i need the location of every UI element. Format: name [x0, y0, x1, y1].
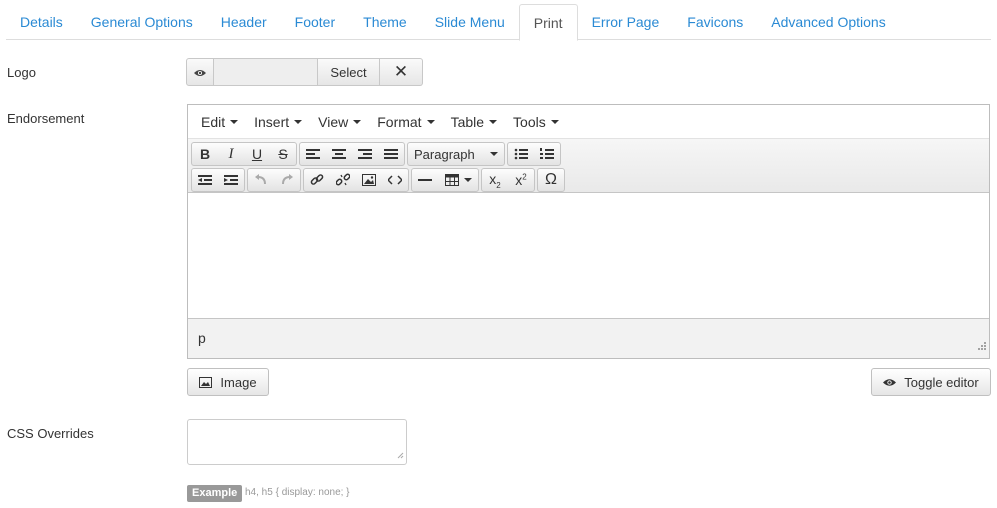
subscript-button[interactable]: x2 [482, 169, 508, 191]
undo-button[interactable] [248, 169, 274, 191]
resize-handle-icon[interactable] [397, 447, 404, 462]
eye-icon [883, 378, 897, 387]
select-button[interactable]: Select [318, 58, 380, 86]
underline-icon: U [251, 146, 263, 162]
caret-down-icon [294, 119, 303, 124]
superscript-icon: x2 [515, 172, 527, 188]
menu-format[interactable]: Format [369, 114, 442, 130]
menu-insert[interactable]: Insert [246, 114, 310, 130]
logo-label: Logo [7, 65, 36, 80]
bold-icon: B [199, 146, 211, 162]
bullet-list-button[interactable] [508, 143, 534, 165]
align-justify-button[interactable] [378, 143, 404, 165]
preview-button[interactable] [186, 58, 214, 86]
image-button-label: Image [220, 374, 257, 390]
editor-toolbar: B I U S Paragraph x2 x2 Ω [188, 139, 989, 193]
indent-icon [224, 175, 238, 185]
insert-link-button[interactable] [304, 169, 330, 191]
css-overrides-label: CSS Overrides [7, 426, 94, 441]
toggle-editor-button[interactable]: Toggle editor [871, 368, 991, 396]
bold-button[interactable]: B [192, 143, 218, 165]
source-code-button[interactable] [382, 169, 408, 191]
table-button[interactable] [438, 169, 478, 191]
tab-details[interactable]: Details [6, 4, 77, 40]
close-icon: ✕ [393, 62, 409, 81]
subscript-icon: x2 [489, 170, 501, 190]
undo-icon [255, 174, 266, 185]
tab-theme[interactable]: Theme [349, 4, 421, 40]
omega-icon: Ω [545, 171, 557, 188]
editor-content-area[interactable] [188, 193, 989, 319]
tab-general-options[interactable]: General Options [77, 4, 207, 40]
superscript-button[interactable]: x2 [508, 169, 534, 191]
bullet-list-icon [514, 148, 528, 160]
remove-link-button[interactable] [330, 169, 356, 191]
tab-advanced-options[interactable]: Advanced Options [757, 4, 899, 40]
example-badge: Example [187, 485, 243, 502]
align-justify-icon [384, 149, 398, 159]
strikethrough-icon: S [278, 146, 288, 162]
horizontal-rule-button[interactable] [412, 169, 438, 191]
eye-icon [194, 65, 206, 80]
indent-button[interactable] [218, 169, 244, 191]
strikethrough-button[interactable]: S [270, 143, 296, 165]
tab-error-page[interactable]: Error Page [578, 4, 674, 40]
editor-statusbar: p [188, 319, 989, 356]
tab-bar: Details General Options Header Footer Th… [6, 4, 991, 41]
table-icon [444, 174, 459, 186]
align-center-icon [332, 149, 346, 159]
italic-button[interactable]: I [218, 143, 244, 165]
caret-down-icon [426, 119, 435, 124]
example-text: h4, h5 { display: none; } [245, 487, 350, 498]
editor-menubar: Edit Insert View Format Table Tools [188, 105, 989, 139]
menu-table[interactable]: Table [443, 114, 505, 130]
align-left-icon [306, 149, 320, 159]
toggle-editor-label: Toggle editor [904, 374, 979, 390]
menu-edit[interactable]: Edit [193, 114, 246, 130]
numbered-list-button[interactable] [534, 143, 560, 165]
endorsement-label: Endorsement [7, 111, 85, 126]
align-left-button[interactable] [300, 143, 326, 165]
picture-icon [199, 376, 213, 388]
tab-footer[interactable]: Footer [281, 4, 349, 40]
element-path[interactable]: p [198, 330, 206, 346]
rich-text-editor: Edit Insert View Format Table Tools B I … [187, 104, 990, 359]
tab-slide-menu[interactable]: Slide Menu [421, 4, 519, 40]
menu-view[interactable]: View [310, 114, 369, 130]
caret-down-icon [353, 119, 362, 124]
caret-down-icon [550, 119, 559, 124]
tab-favicons[interactable]: Favicons [673, 4, 757, 40]
clear-button[interactable]: ✕ [380, 58, 423, 86]
image-button[interactable]: Image [187, 368, 269, 396]
resize-handle-icon[interactable] [977, 337, 986, 353]
align-center-button[interactable] [326, 143, 352, 165]
caret-down-icon [230, 119, 239, 124]
caret-down-icon [463, 178, 472, 182]
redo-button[interactable] [274, 169, 300, 191]
code-icon [388, 175, 402, 185]
format-select[interactable]: Paragraph [408, 143, 504, 165]
outdent-button[interactable] [192, 169, 218, 191]
tab-header[interactable]: Header [207, 4, 281, 40]
logo-media-field: Select ✕ [186, 58, 423, 86]
insert-image-button[interactable] [356, 169, 382, 191]
redo-icon [282, 174, 293, 185]
logo-path-field[interactable] [214, 58, 318, 86]
tab-print[interactable]: Print [518, 4, 578, 41]
image-icon [362, 174, 376, 186]
align-right-button[interactable] [352, 143, 378, 165]
outdent-icon [198, 175, 212, 185]
unlink-icon [336, 173, 350, 186]
link-icon [310, 174, 324, 185]
italic-icon: I [228, 145, 234, 162]
underline-button[interactable]: U [244, 143, 270, 165]
css-overrides-textarea[interactable] [187, 419, 407, 465]
menu-tools[interactable]: Tools [505, 114, 567, 130]
align-right-icon [358, 149, 372, 159]
horizontal-line-icon [418, 179, 432, 181]
special-character-button[interactable]: Ω [538, 169, 564, 191]
numbered-list-icon [540, 148, 554, 159]
caret-down-icon [489, 119, 498, 124]
caret-down-icon [490, 152, 498, 156]
